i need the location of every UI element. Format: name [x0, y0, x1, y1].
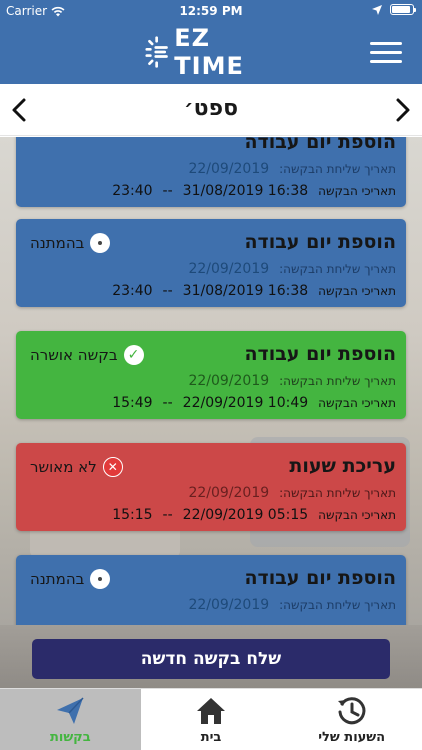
checkmark-icon: ✓: [123, 345, 144, 365]
sent-date-value: 22/09/2019: [188, 161, 270, 177]
menu-button[interactable]: [370, 42, 402, 64]
request-dates-label: תאריכי הבקשה: [318, 396, 396, 410]
status-right: [372, 4, 416, 15]
pending-clock-icon: [90, 569, 111, 589]
month-navigation: ספט׳: [0, 84, 422, 136]
request-type: עריכת שעות: [289, 455, 396, 477]
sent-date-row: תאריך שליחת הבקשה: 22/09/2019: [188, 161, 396, 177]
request-dates-label: תאריכי הבקשה: [318, 508, 396, 522]
paper-plane-icon: [57, 697, 84, 724]
tab-label: השעות שלי: [318, 730, 386, 745]
x-circle-icon: ✕: [102, 457, 123, 477]
request-dates-row: תאריכי הבקשה 31/08/2019 16:38 -- 23:40: [112, 183, 396, 199]
date-separator: --: [162, 183, 173, 199]
request-start: 22/09/2019 10:49: [182, 395, 309, 411]
request-dates-row: תאריכי הבקשה 22/09/2019 05:15 -- 15:15: [112, 507, 396, 523]
hamburger-line: [370, 51, 402, 54]
chevron-right-icon: [396, 98, 410, 122]
request-end: 15:49: [112, 395, 153, 411]
request-card[interactable]: הוספת יום עבודה בהמתנה תאריך שליחת הבקשה…: [16, 555, 406, 625]
request-end: 23:40: [112, 283, 153, 299]
hamburger-line: [370, 42, 402, 45]
app-header: EZ TIME: [0, 22, 422, 84]
history-icon: [337, 697, 366, 725]
request-card[interactable]: הוספת יום עבודה ✓ בקשה אושרה תאריך שליחת…: [16, 331, 406, 419]
request-status: בהמתנה: [30, 233, 111, 253]
sent-date-row: תאריך שליחת הבקשה: 22/09/2019: [188, 373, 396, 389]
request-status: בהמתנה: [30, 569, 111, 589]
request-card[interactable]: הוספת יום עבודה תאריך שליחת הבקשה: 22/09…: [16, 137, 406, 207]
status-text: לא מאושר: [30, 458, 97, 476]
request-end: 15:15: [112, 507, 153, 523]
tab-bar: בקשות בית השעות שלי: [0, 688, 422, 750]
request-dates-row: תאריכי הבקשה 31/08/2019 16:38 -- 23:40: [112, 283, 396, 299]
request-status: ✓ בקשה אושרה: [30, 345, 144, 365]
logo-text: EZ TIME: [174, 24, 244, 80]
sent-date-value: 22/09/2019: [188, 373, 270, 389]
location-arrow-icon: [372, 4, 382, 15]
request-card[interactable]: עריכת שעות ✕ לא מאושר תאריך שליחת הבקשה:…: [16, 443, 406, 531]
request-start: 31/08/2019 16:38: [182, 183, 309, 199]
request-type: הוספת יום עבודה: [244, 137, 396, 153]
sent-date-value: 22/09/2019: [188, 261, 270, 277]
sent-date-label: תאריך שליחת הבקשה:: [279, 486, 396, 500]
new-request-button[interactable]: שלח בקשה חדשה: [32, 639, 390, 679]
status-text: בהמתנה: [30, 570, 85, 588]
sent-date-row: תאריך שליחת הבקשה: 22/09/2019: [188, 597, 396, 613]
sun-logo-icon: [145, 36, 168, 68]
home-icon: [197, 698, 225, 724]
sent-date-row: תאריך שליחת הבקשה: 22/09/2019: [188, 261, 396, 277]
requests-list[interactable]: הוספת יום עבודה תאריך שליחת הבקשה: 22/09…: [0, 137, 422, 625]
hamburger-line: [370, 60, 402, 63]
tab-home[interactable]: בית: [141, 689, 282, 750]
tab-requests[interactable]: בקשות: [0, 689, 141, 750]
clock: 12:59 PM: [179, 4, 243, 18]
request-start: 31/08/2019 16:38: [182, 283, 309, 299]
tab-label: בקשות: [49, 730, 91, 745]
date-separator: --: [162, 283, 173, 299]
status-bar: Carrier 12:59 PM: [0, 0, 422, 22]
request-status: ✕ לא מאושר: [30, 457, 123, 477]
sent-date-value: 22/09/2019: [188, 597, 270, 613]
pending-clock-icon: [90, 233, 111, 253]
status-text: בקשה אושרה: [30, 346, 118, 364]
request-dates-label: תאריכי הבקשה: [318, 184, 396, 198]
sent-date-label: תאריך שליחת הבקשה:: [279, 598, 396, 612]
request-card[interactable]: הוספת יום עבודה בהמתנה תאריך שליחת הבקשה…: [16, 219, 406, 307]
next-month-button[interactable]: [390, 96, 414, 124]
request-type: הוספת יום עבודה: [244, 231, 396, 253]
app-logo: EZ TIME: [145, 24, 277, 80]
battery-icon: [390, 4, 416, 15]
date-separator: --: [162, 395, 173, 411]
sent-date-value: 22/09/2019: [188, 485, 270, 501]
month-title: ספט׳: [183, 96, 239, 121]
request-dates-row: תאריכי הבקשה 22/09/2019 10:49 -- 15:49: [112, 395, 396, 411]
request-dates-label: תאריכי הבקשה: [318, 284, 396, 298]
request-end: 23:40: [112, 183, 153, 199]
request-type: הוספת יום עבודה: [244, 343, 396, 365]
request-start: 22/09/2019 05:15: [182, 507, 309, 523]
sent-date-label: תאריך שליחת הבקשה:: [279, 162, 396, 176]
sent-date-row: תאריך שליחת הבקשה: 22/09/2019: [188, 485, 396, 501]
request-type: הוספת יום עבודה: [244, 567, 396, 589]
sent-date-label: תאריך שליחת הבקשה:: [279, 262, 396, 276]
tab-label: בית: [200, 730, 222, 745]
sent-date-label: תאריך שליחת הבקשה:: [279, 374, 396, 388]
status-text: בהמתנה: [30, 234, 85, 252]
date-separator: --: [162, 507, 173, 523]
tab-my-hours[interactable]: השעות שלי: [281, 689, 422, 750]
